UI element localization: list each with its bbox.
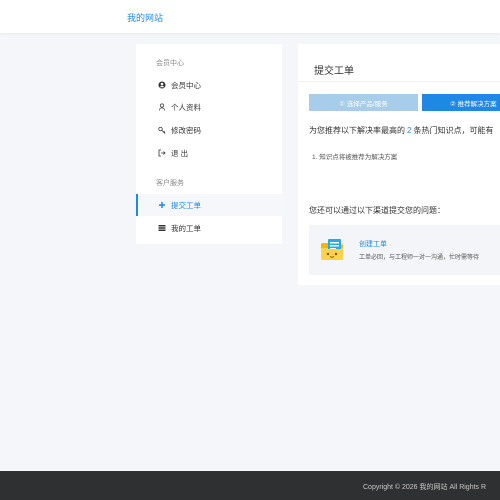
sidebar-item-label: 会员中心 bbox=[171, 80, 201, 90]
sidebar-item-label: 提交工单 bbox=[171, 200, 201, 210]
recommend-text: 为您推荐以下解决率最高的 2 条热门知识点，可能有 bbox=[309, 125, 493, 136]
sidebar-item-profile[interactable]: 个人资料 bbox=[136, 96, 282, 118]
sidebar-item-member-center[interactable]: 会员中心 bbox=[136, 74, 282, 96]
plus-icon bbox=[157, 201, 167, 209]
recommend-count: 2 bbox=[407, 126, 412, 135]
sidebar-item-logout[interactable]: 退 出 bbox=[136, 142, 282, 164]
sidebar-item-change-password[interactable]: 修改密码 bbox=[136, 119, 282, 141]
channels-heading: 您还可以通过以下渠道提交您的问题： bbox=[309, 206, 445, 215]
sidebar-item-label: 我的工单 bbox=[171, 223, 201, 233]
knowledge-item[interactable]: 1. 知识点将被推荐为解决方案 bbox=[312, 151, 397, 161]
sidebar-item-label: 退 出 bbox=[171, 148, 189, 158]
create-ticket-link[interactable]: 创建工单 bbox=[359, 239, 387, 249]
user-circle-icon bbox=[157, 81, 167, 89]
ticket-panel: 提交工单 ① 选择产品/服务 ② 推荐解决方案 为您推荐以下解决率最高的 2 条热门… bbox=[298, 44, 500, 285]
sidebar-item-label: 修改密码 bbox=[171, 125, 201, 135]
list-icon bbox=[157, 224, 167, 232]
page-title: 提交工单 bbox=[314, 66, 354, 77]
title-divider bbox=[298, 81, 500, 82]
footer: Copyright © 2026 我的网站 All Rights R bbox=[0, 471, 500, 500]
step-recommend-solution[interactable]: ② 推荐解决方案 bbox=[422, 94, 500, 111]
recommend-suffix: 条热门知识点，可能有 bbox=[413, 126, 494, 135]
recommend-prefix: 为您推荐以下解决率最高的 bbox=[309, 126, 405, 135]
sidebar-item-my-tickets[interactable]: 我的工单 bbox=[136, 217, 282, 239]
create-ticket-desc: 工单必回，与工程师一对一沟通，忙时需等待 bbox=[359, 255, 480, 261]
create-ticket-card[interactable]: 创建工单 工单必回，与工程师一对一沟通，忙时需等待 bbox=[309, 225, 500, 275]
sign-out-icon bbox=[157, 149, 167, 157]
sidebar-group-title: 会员中心 bbox=[156, 60, 184, 67]
user-icon bbox=[157, 103, 167, 111]
site-brand-link[interactable]: 我的网站 bbox=[127, 11, 163, 24]
ticket-folder-icon bbox=[319, 237, 347, 263]
sidebar-item-label: 个人资料 bbox=[171, 102, 201, 112]
key-icon bbox=[157, 126, 167, 134]
copyright-text: Copyright © 2026 我的网站 All Rights R bbox=[363, 484, 487, 491]
sidebar-item-submit-ticket[interactable]: 提交工单 bbox=[136, 194, 282, 216]
sidebar-group-title: 客户服务 bbox=[156, 180, 184, 187]
top-navbar: 我的网站 bbox=[0, 0, 500, 33]
step-select-product[interactable]: ① 选择产品/服务 bbox=[309, 94, 418, 111]
sidebar: 会员中心 会员中心 个人资料 修改密码 退 出 客户服务 提交工单 我的工单 bbox=[136, 44, 282, 244]
